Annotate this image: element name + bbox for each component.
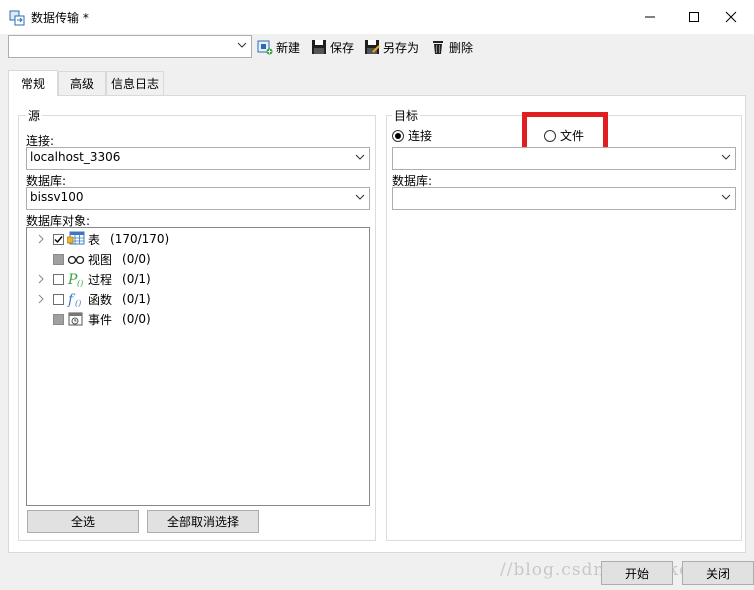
radio-target-connection[interactable]: 连接 xyxy=(392,127,432,144)
tree-row-name: 视图 xyxy=(88,252,113,267)
delete-button[interactable]: 删除 xyxy=(430,37,473,57)
new-button[interactable]: 新建 xyxy=(257,37,300,57)
new-icon xyxy=(257,40,273,55)
source-connection-value: localhost_3306 xyxy=(30,150,121,164)
source-database-select[interactable]: bissv100 xyxy=(26,187,370,210)
chevron-down-icon xyxy=(237,42,247,48)
deselect-all-button[interactable]: 全部取消选择 xyxy=(147,510,259,533)
source-group-label: 源 xyxy=(26,107,43,124)
start-button[interactable]: 开始 xyxy=(601,561,673,585)
tree-row-count: (170/170) xyxy=(110,232,170,246)
radio-connection-circle[interactable] xyxy=(392,129,404,142)
tab-advanced-label: 高级 xyxy=(69,77,94,91)
event-icon xyxy=(68,312,83,326)
svg-text:(): () xyxy=(77,279,83,287)
minimize-button[interactable] xyxy=(627,0,673,34)
tree-row-count: (0/0) xyxy=(122,312,151,326)
select-all-label: 全选 xyxy=(70,515,95,529)
save-label: 保存 xyxy=(330,40,355,55)
tree-row-name: 过程 xyxy=(88,272,113,287)
tree-row-functions[interactable]: f () 函数 (0/1) xyxy=(27,290,151,308)
chevron-down-icon xyxy=(355,154,365,160)
tree-row-name: 表 xyxy=(88,232,101,247)
save-icon xyxy=(312,40,326,54)
chevron-right-icon[interactable] xyxy=(35,293,47,305)
profile-select[interactable] xyxy=(8,35,252,58)
tree-row-views[interactable]: 视图 (0/0) xyxy=(27,250,151,268)
tab-advanced[interactable]: 高级 xyxy=(58,71,106,95)
tree-row-count: (0/0) xyxy=(122,252,151,266)
trash-icon xyxy=(433,41,443,54)
maximize-icon xyxy=(689,12,699,22)
start-label: 开始 xyxy=(624,566,649,581)
table-icon xyxy=(67,231,85,245)
chevron-right-icon[interactable] xyxy=(35,233,47,245)
save-as-icon xyxy=(365,40,380,54)
tree-row-count: (0/1) xyxy=(122,292,151,306)
target-database-select[interactable] xyxy=(392,187,736,210)
checkbox-events[interactable] xyxy=(53,313,64,325)
tab-log-label: 信息日志 xyxy=(110,77,159,91)
delete-label: 删除 xyxy=(449,40,474,55)
objects-tree[interactable]: 表 (170/170) 视图 (0/0) P () 过程 (0/1) f () … xyxy=(26,227,370,506)
tree-row-name: 事件 xyxy=(88,312,113,327)
tree-row-procedures[interactable]: P () 过程 (0/1) xyxy=(27,270,151,288)
source-database-value: bissv100 xyxy=(30,190,84,204)
procedure-icon: P () xyxy=(67,272,83,287)
radio-connection-label: 连接 xyxy=(408,129,433,143)
svg-text:(): () xyxy=(75,299,81,307)
save-as-button[interactable]: 另存为 xyxy=(364,37,419,57)
function-icon: f () xyxy=(67,292,81,307)
target-group xyxy=(386,115,742,541)
close-window-button[interactable] xyxy=(708,0,754,34)
tab-general-label: 常规 xyxy=(20,77,45,91)
close-button[interactable]: 关闭 xyxy=(682,561,754,585)
tab-log[interactable]: 信息日志 xyxy=(106,71,164,95)
window-title: 数据传输 * xyxy=(31,11,89,25)
checkbox-views[interactable] xyxy=(53,253,64,265)
tree-row-tables[interactable]: 表 (170/170) xyxy=(27,230,169,248)
minimize-icon xyxy=(645,16,655,18)
close-label: 关闭 xyxy=(705,566,730,581)
chevron-down-icon xyxy=(355,194,365,200)
chevron-down-icon xyxy=(721,194,731,200)
select-all-button[interactable]: 全选 xyxy=(27,510,139,533)
chevron-down-icon xyxy=(721,154,731,160)
chevron-right-icon[interactable] xyxy=(35,273,47,285)
tab-general[interactable]: 常规 xyxy=(8,70,58,96)
new-label: 新建 xyxy=(276,40,301,55)
save-button[interactable]: 保存 xyxy=(311,37,354,57)
data-transfer-icon xyxy=(9,10,25,26)
tree-row-name: 函数 xyxy=(88,292,113,307)
source-connection-select[interactable]: localhost_3306 xyxy=(26,147,370,170)
tree-row-events[interactable]: 事件 (0/0) xyxy=(27,310,151,328)
close-icon xyxy=(725,11,737,23)
glasses-icon xyxy=(67,255,85,265)
checkbox-functions[interactable] xyxy=(53,293,64,305)
checkbox-tables[interactable] xyxy=(53,233,64,245)
save-as-label: 另存为 xyxy=(383,40,420,55)
checkbox-procedures[interactable] xyxy=(53,273,64,285)
deselect-all-label: 全部取消选择 xyxy=(166,515,239,529)
tree-row-count: (0/1) xyxy=(122,272,151,286)
target-connection-select[interactable] xyxy=(392,147,736,170)
target-group-label: 目标 xyxy=(392,107,421,124)
